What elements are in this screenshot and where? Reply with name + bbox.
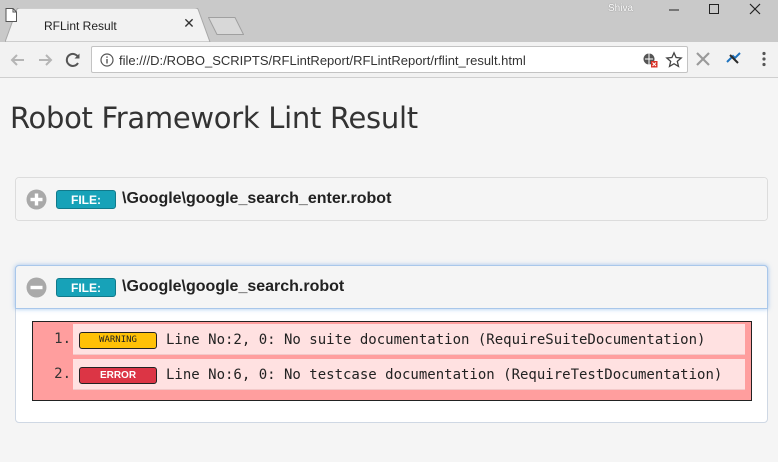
issue-number: 1. — [54, 331, 71, 347]
collapse-minus-icon[interactable] — [26, 277, 47, 298]
expand-plus-icon[interactable] — [26, 189, 47, 210]
close-icon — [749, 3, 761, 15]
minimize-button[interactable] — [655, 0, 695, 18]
file-badge: FILE: — [56, 190, 116, 209]
extension-x-icon[interactable] — [694, 50, 712, 68]
page-title: Robot Framework Lint Result — [10, 101, 418, 135]
issue-message: Line No:2, 0: No suite documentation (Re… — [166, 332, 706, 348]
issue-body: ERROR Line No:6, 0: No testcase document… — [73, 359, 745, 390]
new-tab-button[interactable] — [208, 17, 244, 35]
file-panel-expanded: FILE: \Google\google_search.robot 1. WAR… — [15, 265, 768, 423]
page-content: Robot Framework Lint Result FILE: \Googl… — [0, 79, 778, 462]
url-text[interactable]: file:///D:/ROBO_SCRIPTS/RFLintReport/RFL… — [119, 53, 526, 68]
browser-tab[interactable]: RFLint Result ✕ — [5, 8, 211, 42]
bookmark-star-icon[interactable] — [665, 51, 683, 69]
warning-badge: WARNING — [79, 332, 157, 349]
blocked-content-icon[interactable] — [642, 52, 658, 68]
address-bar[interactable]: file:///D:/ROBO_SCRIPTS/RFLintReport/RFL… — [91, 46, 688, 73]
maximize-button[interactable] — [695, 0, 735, 18]
browser-toolbar: file:///D:/ROBO_SCRIPTS/RFLintReport/RFL… — [0, 42, 778, 78]
close-window-button[interactable] — [736, 0, 776, 18]
reload-icon[interactable] — [63, 50, 83, 70]
file-badge: FILE: — [56, 278, 116, 297]
forward-arrow-icon[interactable] — [35, 50, 55, 70]
error-badge: ERROR — [79, 367, 157, 384]
file-path: \Google\google_search.robot — [122, 278, 345, 295]
file-panel-header[interactable]: FILE: \Google\google_search.robot — [15, 265, 768, 309]
menu-dots-icon[interactable] — [756, 50, 772, 68]
issue-item: 1. WARNING Line No:2, 0: No suite docume… — [33, 322, 751, 356]
info-icon[interactable] — [100, 53, 114, 67]
file-panel-collapsed: FILE: \Google\google_search_enter.robot — [15, 177, 768, 221]
issues-list: 1. WARNING Line No:2, 0: No suite docume… — [32, 321, 752, 401]
document-icon — [5, 8, 17, 22]
title-bar: RFLint Result ✕ Shiva — [0, 0, 778, 42]
file-panel-header[interactable]: FILE: \Google\google_search_enter.robot — [16, 178, 767, 220]
maximize-icon — [709, 4, 719, 14]
minimize-icon — [669, 9, 679, 11]
tab-title: RFLint Result — [44, 19, 117, 33]
issue-item: 2. ERROR Line No:6, 0: No testcase docum… — [33, 357, 751, 391]
issue-message: Line No:6, 0: No testcase documentation … — [166, 367, 723, 383]
profile-name[interactable]: Shiva — [608, 3, 633, 14]
issue-number: 2. — [54, 366, 71, 382]
file-path: \Google\google_search_enter.robot — [122, 190, 392, 207]
tab-close-icon[interactable]: ✕ — [181, 15, 197, 31]
back-arrow-icon[interactable] — [8, 50, 28, 70]
issue-body: WARNING Line No:2, 0: No suite documenta… — [73, 324, 745, 355]
extension-arrow-icon[interactable] — [725, 50, 743, 68]
